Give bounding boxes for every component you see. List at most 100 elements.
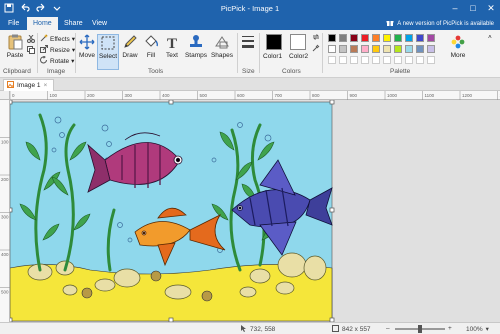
zoom-level[interactable]: 100% ▾ xyxy=(466,325,489,334)
zoom-out-button[interactable]: – xyxy=(386,325,390,332)
rotate-icon xyxy=(40,55,48,66)
palette-swatch[interactable] xyxy=(328,45,336,53)
palette-custom-swatch[interactable] xyxy=(416,56,424,64)
fill-button[interactable]: Fill xyxy=(142,34,160,59)
tab-image-1[interactable]: Image 1 × xyxy=(3,79,55,91)
ruler-tick-label: 500 xyxy=(1,290,9,295)
palette-swatch[interactable] xyxy=(427,34,435,42)
ruler-tick-label: 900 xyxy=(350,93,358,98)
tab-view[interactable]: View xyxy=(86,17,113,30)
copy-button[interactable] xyxy=(27,46,35,56)
swap-colors-button[interactable] xyxy=(312,33,320,43)
cut-button[interactable] xyxy=(27,34,35,45)
palette-group-label: Palette xyxy=(390,68,411,75)
minimize-button[interactable]: – xyxy=(446,0,464,17)
palette-swatch[interactable] xyxy=(339,34,347,42)
palette-custom-swatch[interactable] xyxy=(394,56,402,64)
palette-swatch[interactable] xyxy=(383,45,391,53)
cursor-position: 732, 558 xyxy=(240,325,275,334)
maximize-button[interactable]: □ xyxy=(464,0,482,17)
palette-swatch[interactable] xyxy=(350,34,358,42)
color2-swatch[interactable] xyxy=(290,34,306,50)
window-controls: – □ ✕ xyxy=(446,0,500,17)
palette-swatch[interactable] xyxy=(416,45,424,53)
draw-button[interactable]: Draw xyxy=(121,34,139,59)
palette-custom-swatch[interactable] xyxy=(405,56,413,64)
palette-swatch[interactable] xyxy=(416,34,424,42)
image-icon xyxy=(7,81,14,90)
window-title: PicPick - Image 1 xyxy=(220,4,280,13)
colors-group-label: Colors xyxy=(282,68,301,75)
status-bar: 732, 558 842 x 557 – + 100% ▾ xyxy=(0,322,500,334)
ruler-tick-label: 400 xyxy=(162,93,170,98)
shapes-button[interactable]: Shapes xyxy=(210,34,234,59)
ribbon-tabs: File Home Share View A new version of Pi… xyxy=(0,17,500,30)
rotate-label: Rotate xyxy=(50,57,70,65)
palette-custom-swatch[interactable] xyxy=(383,56,391,64)
color-picker-button[interactable] xyxy=(312,44,320,54)
palette-swatch[interactable] xyxy=(361,34,369,42)
palette-swatch[interactable] xyxy=(427,45,435,53)
zoom-in-button[interactable]: + xyxy=(448,325,452,332)
palette-custom-swatch[interactable] xyxy=(361,56,369,64)
close-button[interactable]: ✕ xyxy=(482,0,500,17)
aquarium-image[interactable] xyxy=(10,100,500,322)
paste-button[interactable]: Paste xyxy=(4,34,26,59)
ruler-tick-label: 1200 xyxy=(462,93,473,98)
divider xyxy=(237,33,238,73)
palette-swatch[interactable] xyxy=(405,45,413,53)
palette-custom-swatch[interactable] xyxy=(328,56,336,64)
palette-swatch[interactable] xyxy=(361,45,369,53)
fill-label: Fill xyxy=(146,52,156,59)
color1-swatch[interactable] xyxy=(266,34,282,50)
palette-swatch[interactable] xyxy=(339,45,347,53)
svg-text:T: T xyxy=(167,36,177,50)
palette-custom-swatch[interactable] xyxy=(339,56,347,64)
palette-custom-swatch[interactable] xyxy=(350,56,358,64)
palette-swatch[interactable] xyxy=(372,34,380,42)
palette-swatch[interactable] xyxy=(394,45,402,53)
move-button[interactable]: Move xyxy=(78,34,96,59)
palette-custom-swatch[interactable] xyxy=(427,56,435,64)
clipboard-group-label: Clipboard xyxy=(3,68,31,75)
palette-custom-swatch[interactable] xyxy=(372,56,380,64)
more-colors-button[interactable]: More xyxy=(448,34,468,59)
image-size-icon xyxy=(332,325,339,334)
chevron-down-icon: ▾ xyxy=(485,326,489,333)
text-button[interactable]: T Text xyxy=(163,34,181,59)
canvas-area[interactable] xyxy=(10,100,500,322)
divider xyxy=(322,33,323,73)
tab-home[interactable]: Home xyxy=(27,17,58,30)
ruler-tick-label: 500 xyxy=(200,93,208,98)
palette-swatch[interactable] xyxy=(350,45,358,53)
size-button[interactable] xyxy=(240,34,256,52)
palette-swatch[interactable] xyxy=(405,34,413,42)
palette-swatch[interactable] xyxy=(394,34,402,42)
document-tab-label: Image 1 xyxy=(17,82,41,89)
copy-icon xyxy=(27,46,35,56)
color2-button[interactable]: Color2 xyxy=(289,53,308,60)
image-group-label: Image xyxy=(47,68,66,75)
collapse-ribbon-button[interactable]: ˄ xyxy=(488,34,492,41)
shapes-icon xyxy=(214,34,230,50)
palette-swatch[interactable] xyxy=(328,34,336,42)
tab-share[interactable]: Share xyxy=(58,17,89,30)
rotate-button[interactable]: Rotate ▾ xyxy=(40,55,74,66)
palette-swatch[interactable] xyxy=(383,34,391,42)
tab-file[interactable]: File xyxy=(2,17,25,30)
zoom-slider-thumb[interactable] xyxy=(418,325,422,333)
effects-button[interactable]: Effects ▾ xyxy=(40,34,75,44)
ruler-tick-label: 300 xyxy=(125,93,133,98)
shapes-label: Shapes xyxy=(210,52,234,59)
stamps-button[interactable]: Stamps xyxy=(184,34,208,59)
chevron-up-icon: ˄ xyxy=(488,34,492,41)
select-label: Select xyxy=(98,53,118,60)
close-tab-icon[interactable]: × xyxy=(44,82,48,89)
swap-icon xyxy=(312,33,320,43)
color1-button[interactable]: Color1 xyxy=(263,53,282,60)
update-notice[interactable]: A new version of PicPick is available xyxy=(386,19,494,29)
select-button[interactable]: Select xyxy=(97,34,119,70)
tools-group-label: Tools xyxy=(148,68,164,75)
resize-button[interactable]: Resize ▾ xyxy=(40,45,75,55)
palette-swatch[interactable] xyxy=(372,45,380,53)
